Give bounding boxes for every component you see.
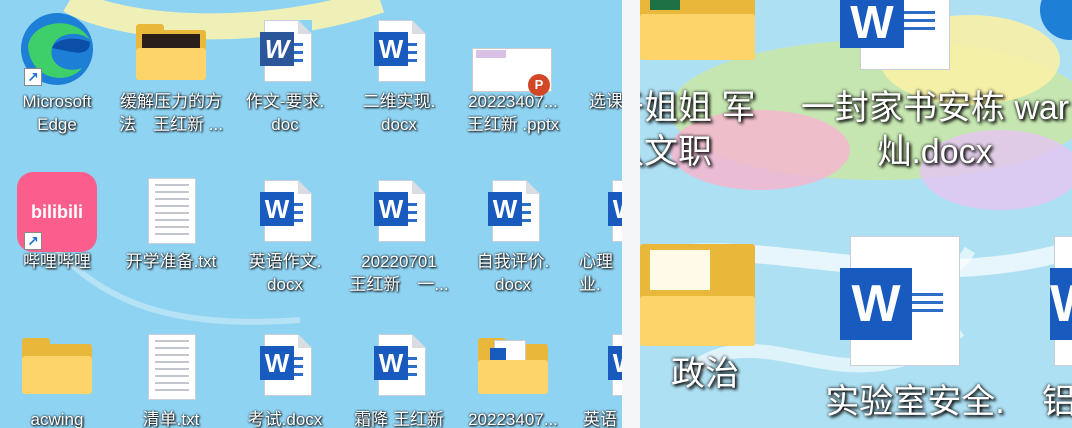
desktop-icon-folder[interactable]: acwing (1, 326, 113, 428)
icon-label: 20223407... (468, 410, 558, 428)
bilibili-icon: bilibili ↗ (16, 168, 98, 252)
text-file-icon (130, 326, 212, 408)
desktop-icon-partial[interactable]: W 铝 (1042, 232, 1072, 424)
shortcut-arrow-icon: ↗ (24, 232, 42, 250)
desktop-icon-docx[interactable]: W 二维实现. docx (343, 8, 455, 136)
icon-label: 作文-要求. doc (245, 92, 325, 134)
folder-icon (640, 240, 760, 352)
icon-label: 心理 业. (579, 252, 613, 294)
desktop-icon-docx[interactable]: W 考试.docx (229, 326, 341, 428)
desktop-icon-doc[interactable]: W 作文-要求. doc (229, 8, 341, 136)
shortcut-arrow-icon: ↗ (24, 68, 42, 86)
word-document-icon: W (586, 326, 622, 408)
word-document-icon: W (1042, 232, 1072, 380)
icon-label: 清单.txt (142, 410, 200, 428)
folder-icon (640, 0, 810, 86)
desktop-icon-folder[interactable]: 于姐姐 军 队文职 (640, 0, 810, 174)
word-document-icon: W (790, 0, 1072, 86)
powerpoint-thumbnail-icon: P (472, 8, 554, 96)
icon-label: 自我评价. docx (476, 252, 550, 294)
icon-label: 缓解压力的方 法 王红新 ... (119, 92, 223, 134)
icon-label: 选课 (589, 92, 622, 111)
icon-label: acwing (30, 410, 84, 428)
desktop-icon-docx[interactable]: W 霜降 王红新 (343, 326, 455, 428)
powerpoint-badge-icon: P (528, 74, 550, 96)
icon-label: 霜降 王红新 (354, 410, 444, 428)
word-document-icon: W (586, 168, 622, 250)
edge-icon: ↗ (16, 8, 98, 90)
desktop-icon-partial[interactable]: W 英语 (571, 326, 622, 428)
icon-label: 于姐姐 军 队文职 (640, 89, 756, 171)
desktop-icon-docx[interactable]: W 英语作文. docx (229, 168, 341, 296)
folder-icon (130, 8, 212, 90)
desktop-icon-docx[interactable]: W 自我评价. docx (457, 168, 569, 296)
icon-label: 哔哩哔哩 (23, 252, 91, 271)
window-divider (622, 0, 640, 428)
icon-label: 英语 (583, 410, 617, 428)
icon-label: 开学准备.txt (125, 252, 217, 271)
icon-label: 铝 (1042, 383, 1072, 421)
icon-label: 实验室安全. (825, 383, 1005, 421)
word-document-icon: W (800, 232, 1030, 380)
word-document-icon: W (358, 8, 440, 90)
desktop-icon-partial[interactable]: 选课 (571, 8, 622, 113)
icon-label: 二维实现. docx (362, 92, 436, 134)
icon-label: 20223407... 王红新 .pptx (466, 92, 560, 134)
desktop-icon-docx[interactable]: W 20220701 王红新 一... (343, 168, 455, 296)
icon-label: 20220701 王红新 一... (349, 252, 449, 294)
word-document-icon: W (244, 326, 326, 408)
desktop-right-pane-zoomed: 于姐姐 军 队文职 W 一封家书安栋 war 灿.docx 政治 W 实验室安全… (640, 0, 1072, 428)
word-document-icon: W (472, 168, 554, 250)
folder-icon (16, 326, 98, 408)
text-file-icon (130, 168, 212, 250)
desktop-icon-folder[interactable]: 政治 (640, 240, 760, 396)
folder-with-document-icon (472, 326, 554, 408)
desktop-icon-partial[interactable]: W 心理 业. (571, 168, 622, 296)
desktop-icon-docx[interactable]: W 实验室安全. (800, 232, 1030, 424)
icon-label: 英语作文. docx (248, 252, 322, 294)
desktop-icon-docx[interactable]: W 一封家书安栋 war 灿.docx (790, 0, 1072, 174)
desktop-icon-folder[interactable]: 缓解压力的方 法 王红新 ... (115, 8, 227, 136)
desktop-icon-pptx[interactable]: P 20223407... 王红新 .pptx (457, 8, 569, 136)
desktop-icon-edge[interactable]: ↗ Microsoft Edge (1, 8, 113, 136)
word-document-icon: W (358, 326, 440, 408)
desktop-icon-txt[interactable]: 开学准备.txt (115, 168, 227, 273)
word-document-icon: W (244, 168, 326, 250)
word-document-icon: W (358, 168, 440, 250)
icon-label: 考试.docx (247, 410, 323, 428)
desktop-icon-txt[interactable]: 清单.txt (115, 326, 227, 428)
icon-label: Microsoft Edge (22, 92, 92, 134)
desktop-icon-folder[interactable]: 20223407... (457, 326, 569, 428)
word-document-icon: W (244, 8, 326, 90)
icon-label: 一封家书安栋 war 灿.docx (800, 89, 1070, 171)
icon-label: 政治 (671, 355, 739, 393)
desktop-icon-bilibili[interactable]: bilibili ↗ 哔哩哔哩 (1, 168, 113, 273)
desktop-left-pane: ↗ Microsoft Edge 缓解压力的方 法 王红新 ... W 作文-要… (0, 0, 622, 428)
